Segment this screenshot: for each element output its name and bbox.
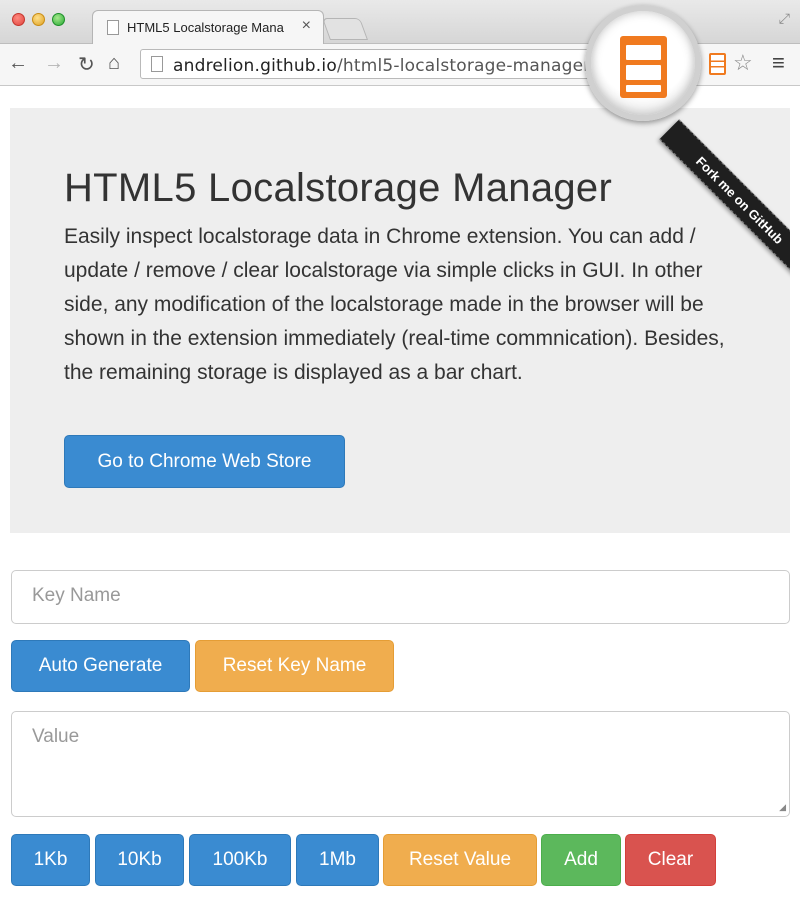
size-100kb-button[interactable]: 100Kb bbox=[189, 834, 291, 886]
url-host: andrelion.github.io bbox=[173, 56, 337, 76]
tab-title: HTML5 Localstorage Mana bbox=[127, 20, 284, 35]
browser-tab[interactable]: HTML5 Localstorage Mana × bbox=[92, 10, 324, 44]
new-tab-button[interactable] bbox=[321, 18, 369, 40]
bookmark-star-icon[interactable]: ☆ bbox=[733, 50, 753, 76]
fullscreen-icon[interactable]: ⤢ bbox=[779, 10, 790, 27]
clear-button[interactable]: Clear bbox=[625, 834, 716, 886]
lead-description: Easily inspect localstorage data in Chro… bbox=[64, 225, 725, 384]
url-path: /html5-localstorage-manager/ bbox=[336, 56, 597, 76]
reset-key-name-button[interactable]: Reset Key Name bbox=[195, 640, 394, 692]
page-icon bbox=[151, 56, 163, 72]
forward-icon[interactable]: → bbox=[44, 52, 64, 75]
size-1kb-button[interactable]: 1Kb bbox=[11, 834, 90, 886]
auto-generate-button[interactable]: Auto Generate bbox=[11, 640, 190, 692]
reload-icon[interactable]: ↻ bbox=[78, 52, 95, 77]
add-button[interactable]: Add bbox=[541, 834, 621, 886]
size-10kb-button[interactable]: 10Kb bbox=[95, 834, 184, 886]
hero-section: HTML5 Localstorage Manager Easily inspec… bbox=[10, 108, 790, 533]
tab-close-icon[interactable]: × bbox=[302, 17, 311, 35]
chrome-web-store-button[interactable]: Go to Chrome Web Store bbox=[64, 435, 345, 488]
resize-grip-icon[interactable]: ◢ bbox=[779, 802, 786, 813]
value-textarea[interactable]: Value ◢ bbox=[11, 711, 790, 817]
back-icon[interactable]: ← bbox=[8, 52, 28, 75]
key-name-input[interactable]: Key Name bbox=[11, 570, 790, 624]
menu-icon[interactable]: ≡ bbox=[772, 50, 785, 76]
localstorage-extension-icon[interactable] bbox=[709, 53, 726, 75]
size-1mb-button[interactable]: 1Mb bbox=[296, 834, 379, 886]
window-maximize-button[interactable] bbox=[52, 13, 65, 26]
page-icon bbox=[107, 20, 119, 35]
window-minimize-button[interactable] bbox=[32, 13, 45, 26]
page-title: HTML5 Localstorage Manager bbox=[64, 166, 613, 210]
window-close-button[interactable] bbox=[12, 13, 25, 26]
storage-icon bbox=[620, 36, 667, 98]
url-text[interactable]: andrelion.github.io/html5-localstorage-m… bbox=[173, 56, 596, 76]
reset-value-button[interactable]: Reset Value bbox=[383, 834, 537, 886]
magnifier-overlay bbox=[585, 5, 701, 121]
value-placeholder: Value bbox=[32, 726, 80, 747]
home-icon[interactable]: ⌂ bbox=[108, 52, 120, 75]
